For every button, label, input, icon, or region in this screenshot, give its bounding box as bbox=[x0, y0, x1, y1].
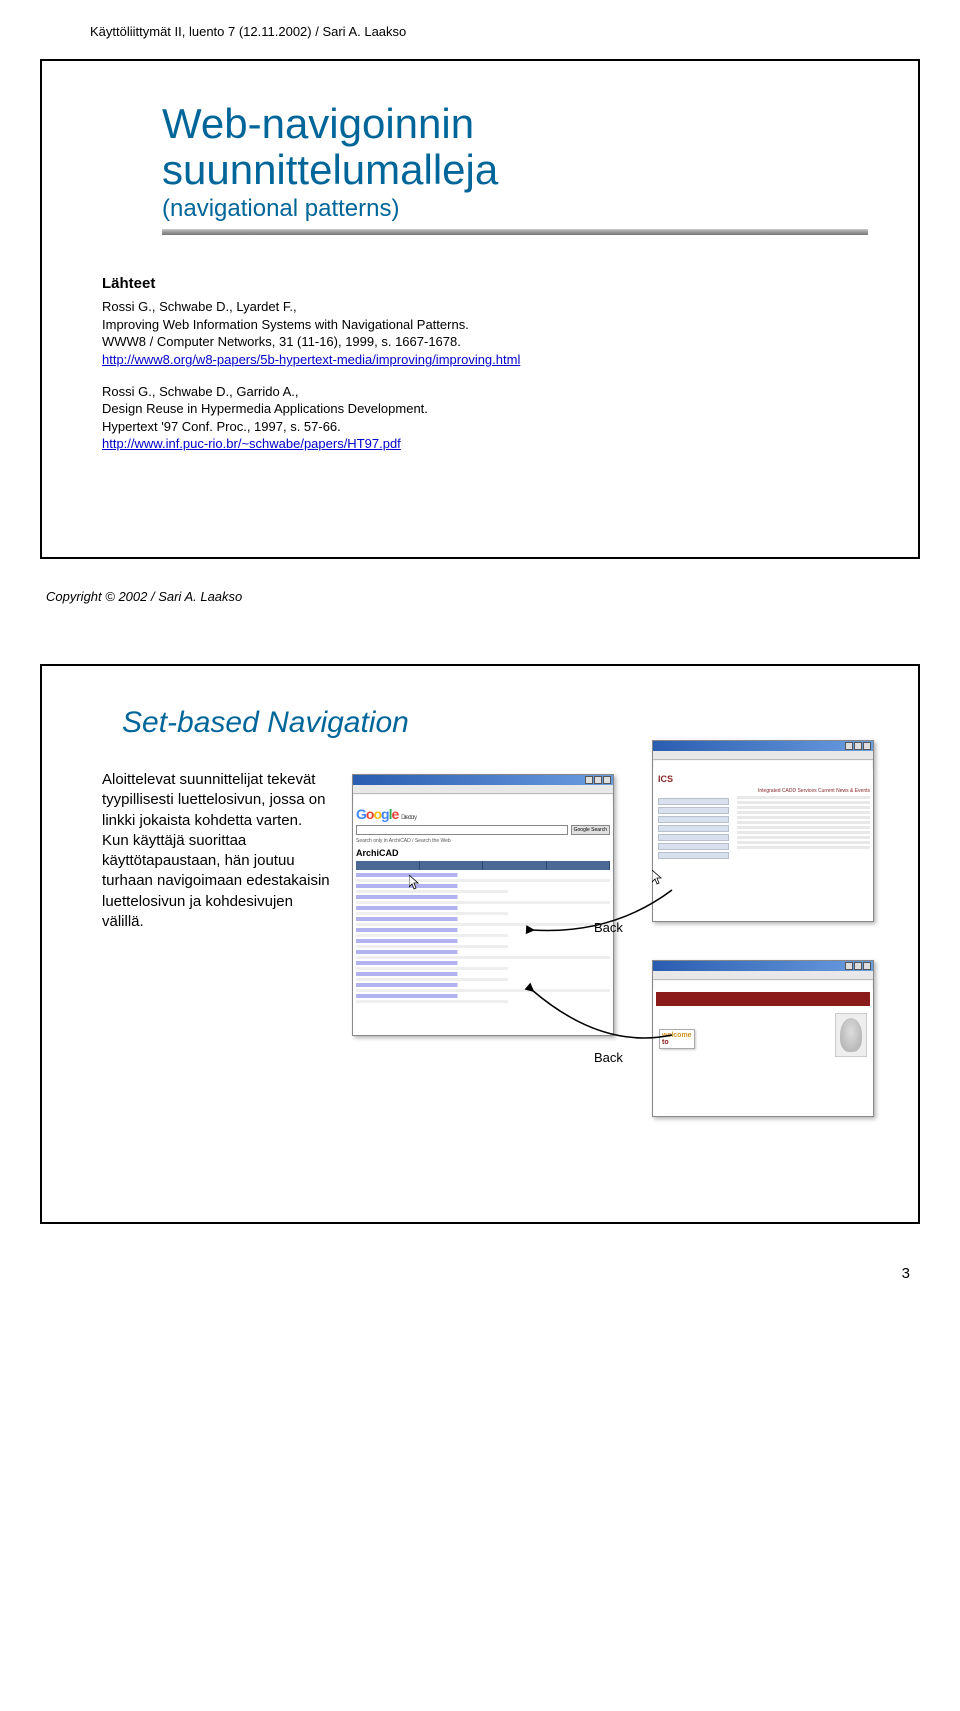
reference-1: Rossi G., Schwabe D., Lyardet F., Improv… bbox=[102, 298, 868, 368]
google-search-input[interactable] bbox=[356, 825, 568, 835]
cursor-icon bbox=[652, 870, 664, 886]
ics-sidebar bbox=[656, 796, 731, 861]
main-title-line1: Web-navigoinnin bbox=[162, 101, 868, 147]
main-title-line2: suunnittelumalleja bbox=[162, 147, 868, 193]
welcome-badge: welcome to bbox=[659, 1029, 695, 1049]
reference-1-link[interactable]: http://www8.org/w8-papers/5b-hypertext-m… bbox=[102, 352, 520, 367]
slide2-title: Set-based Navigation bbox=[122, 706, 868, 740]
reference-2: Rossi G., Schwabe D., Garrido A., Design… bbox=[102, 383, 868, 453]
page-header: Käyttöliittymät II, luento 7 (12.11.2002… bbox=[40, 20, 920, 49]
google-directory-label: Directory bbox=[401, 815, 416, 821]
window-ics: ICS Integrated CADD Services Current New… bbox=[652, 740, 874, 922]
google-search-button[interactable]: Google Search bbox=[571, 825, 610, 835]
reference-2-link[interactable]: http://www.inf.puc-rio.br/~schwabe/paper… bbox=[102, 436, 401, 451]
window-titlebar bbox=[353, 775, 613, 785]
slide2-paragraph: Aloittelevat suunnittelijat tekevät tyyp… bbox=[102, 770, 332, 932]
objects-banner bbox=[656, 992, 870, 1006]
google-category-heading: ArchiCAD bbox=[356, 848, 610, 858]
window-objects-online: welcome to bbox=[652, 960, 874, 1117]
title-underline bbox=[162, 229, 868, 235]
slide-2: Set-based Navigation Aloittelevat suunni… bbox=[40, 664, 920, 1224]
window-min-icon bbox=[585, 776, 593, 784]
window-max-icon bbox=[594, 776, 602, 784]
title-block: Web-navigoinnin suunnittelumalleja (navi… bbox=[162, 101, 868, 235]
page-number: 3 bbox=[902, 1265, 910, 1282]
window-titlebar bbox=[653, 741, 873, 751]
ics-headline: Integrated CADD Services Current News & … bbox=[656, 788, 870, 794]
window-google-directory: Google Directory Google Search Search on… bbox=[352, 774, 614, 1036]
product-image bbox=[835, 1013, 867, 1057]
reference-2-text: Rossi G., Schwabe D., Garrido A., Design… bbox=[102, 384, 428, 434]
ics-main bbox=[737, 796, 870, 849]
sources-heading: Lähteet bbox=[102, 275, 868, 292]
google-search-hint: Search only in ArchiCAD / Search the Web bbox=[356, 838, 610, 844]
window-close-icon bbox=[603, 776, 611, 784]
back-label-2: Back bbox=[594, 1050, 623, 1065]
copyright-line: Copyright © 2002 / Sari A. Laakso bbox=[46, 589, 920, 604]
main-subtitle: (navigational patterns) bbox=[162, 195, 868, 223]
figure-area: Google Directory Google Search Search on… bbox=[352, 770, 868, 1150]
reference-1-text: Rossi G., Schwabe D., Lyardet F., Improv… bbox=[102, 299, 469, 349]
back-label-1: Back bbox=[594, 920, 623, 935]
window-titlebar bbox=[653, 961, 873, 971]
slide-1: Web-navigoinnin suunnittelumalleja (navi… bbox=[40, 59, 920, 559]
google-logo: Google Directory bbox=[356, 806, 610, 822]
ics-logo: ICS bbox=[658, 774, 673, 784]
cursor-icon bbox=[409, 875, 421, 891]
